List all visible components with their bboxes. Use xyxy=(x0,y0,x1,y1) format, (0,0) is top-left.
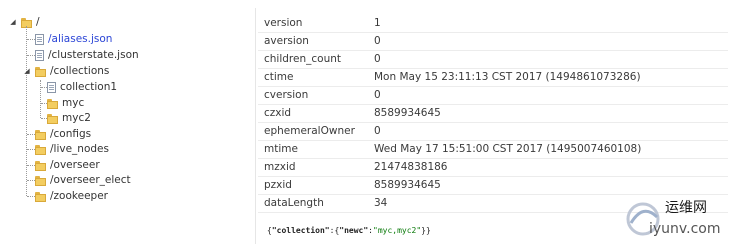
property-row: ephemeralOwner 0 xyxy=(258,122,728,141)
tree-item-live-nodes[interactable]: /live_nodes xyxy=(35,141,109,157)
tree-item-label: collection1 xyxy=(60,81,118,93)
property-key: children_count xyxy=(264,53,342,65)
property-value: 0 xyxy=(374,125,381,137)
tree-item-label: /zookeeper xyxy=(50,190,108,202)
tree-guide-line xyxy=(27,196,35,197)
tree-item-label: /overseer xyxy=(50,159,100,171)
property-value: 0 xyxy=(374,35,381,47)
tree-guide-line xyxy=(27,55,35,56)
property-key: ctime xyxy=(264,71,294,83)
folder-icon xyxy=(35,160,46,171)
property-key: ephemeralOwner xyxy=(264,125,355,137)
tree-item-clusterstate-json[interactable]: /clusterstate.json xyxy=(35,47,139,63)
tree-item-collection1[interactable]: collection1 xyxy=(47,79,117,95)
tree-item-zookeeper[interactable]: /zookeeper xyxy=(35,188,108,204)
property-value: 1 xyxy=(374,17,381,29)
folder-icon xyxy=(47,98,58,109)
tree-item-myc[interactable]: myc xyxy=(47,95,84,111)
tree-item-aliases-json[interactable]: /aliases.json xyxy=(35,31,112,47)
folder-icon xyxy=(35,129,46,140)
property-value: 34 xyxy=(374,197,388,209)
tree-guide-line xyxy=(27,180,35,181)
property-row: children_count 0 xyxy=(258,50,728,69)
watermark-site-name: 运维网 xyxy=(665,200,707,216)
property-value: 8589934645 xyxy=(374,179,441,191)
property-key: mtime xyxy=(264,143,298,155)
watermark-site-url: iyunv.com xyxy=(649,221,721,237)
tree-item-configs[interactable]: /configs xyxy=(35,126,91,142)
tree-item-myc2[interactable]: myc2 xyxy=(47,110,91,126)
property-key: czxid xyxy=(264,107,292,119)
property-value: 21474838186 xyxy=(374,161,448,173)
tree-item-overseer[interactable]: /overseer xyxy=(35,157,100,173)
tree-guide-line xyxy=(27,165,35,166)
tree-guide-line xyxy=(27,39,35,40)
property-key: pzxid xyxy=(264,179,292,191)
tree-root-label: / xyxy=(36,16,40,28)
property-row: mtime Wed May 17 15:51:00 CST 2017 (14950… xyxy=(258,140,728,159)
tree-guide-line xyxy=(40,80,41,118)
file-icon xyxy=(47,81,56,93)
property-key: aversion xyxy=(264,35,309,47)
site-watermark: 运维网 iyunv.com xyxy=(621,193,731,243)
znode-tree: ◢ / /aliases.json /clusterstate.json ◢ /… xyxy=(0,0,255,247)
tree-item-label: /clusterstate.json xyxy=(48,49,139,61)
tree-item-label: myc2 xyxy=(62,112,91,124)
json-separator: :{ xyxy=(329,226,340,235)
file-icon xyxy=(35,49,44,61)
json-key: "collection" xyxy=(271,226,330,235)
folder-icon xyxy=(35,175,46,186)
tree-item-label: myc xyxy=(62,97,85,109)
property-row: version 1 xyxy=(258,14,728,33)
file-icon xyxy=(35,33,44,45)
tree-item-label: /aliases.json xyxy=(48,33,113,45)
property-row: ctime Mon May 15 23:11:13 CST 2017 (14948… xyxy=(258,68,728,87)
property-value: Mon May 15 23:11:13 CST 2017 (1494861073… xyxy=(374,71,641,83)
property-key: dataLength xyxy=(264,197,324,209)
property-key: version xyxy=(264,17,303,29)
tree-guide-line xyxy=(26,26,27,196)
tree-item-overseer-elect[interactable]: /overseer_elect xyxy=(35,172,131,188)
folder-icon xyxy=(35,191,46,202)
tree-guide-line xyxy=(27,149,35,150)
property-row: cversion 0 xyxy=(258,86,728,105)
property-row: aversion 0 xyxy=(258,32,728,51)
json-string-value: "myc,myc2" xyxy=(373,226,422,235)
collections-collapse-toggle[interactable]: ◢ xyxy=(23,67,31,75)
property-row: czxid 8589934645 xyxy=(258,104,728,123)
root-collapse-toggle[interactable]: ◢ xyxy=(9,18,17,26)
tree-item-collections[interactable]: /collections xyxy=(35,63,109,79)
tree-guide-line xyxy=(27,134,35,135)
property-value: 8589934645 xyxy=(374,107,441,119)
json-key: "newc" xyxy=(339,226,369,235)
folder-icon xyxy=(35,66,46,77)
json-brace: }} xyxy=(421,226,431,235)
property-value: Wed May 17 15:51:00 CST 2017 (1495007460… xyxy=(374,143,642,155)
tree-item-label: /live_nodes xyxy=(50,143,109,155)
property-value: 0 xyxy=(374,89,381,101)
property-key: cversion xyxy=(264,89,309,101)
tree-item-label: /overseer_elect xyxy=(50,174,131,186)
property-key: mzxid xyxy=(264,161,296,173)
folder-icon xyxy=(35,144,46,155)
tree-item-label: /configs xyxy=(50,128,92,140)
property-value: 0 xyxy=(374,53,381,65)
folder-icon xyxy=(47,113,58,124)
znode-data-content: {"collection":{"newc":"myc,myc2"}} xyxy=(267,226,431,235)
property-row: mzxid 21474838186 xyxy=(258,158,728,177)
panel-divider xyxy=(255,8,256,244)
tree-item-label: /collections xyxy=(50,65,110,77)
tree-root[interactable]: / xyxy=(21,14,40,30)
